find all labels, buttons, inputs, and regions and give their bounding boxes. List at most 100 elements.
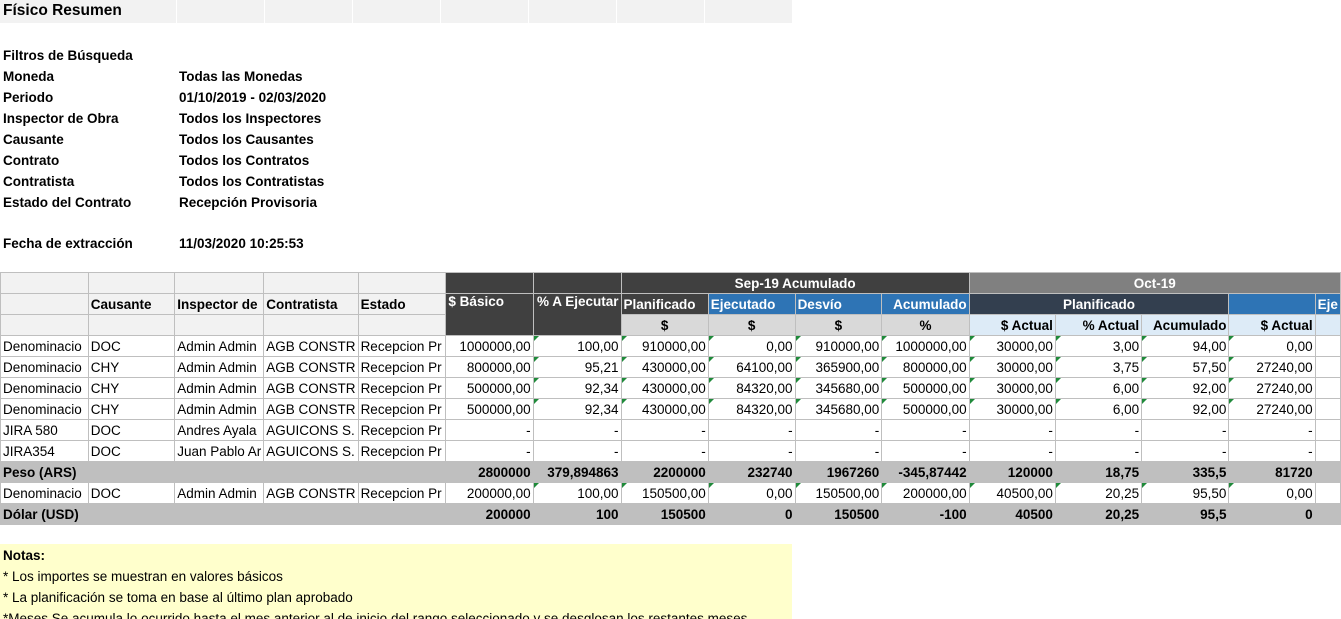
row-value-cell[interactable]: 84320,00: [707, 377, 796, 399]
row-value-cell[interactable]: 92,34: [532, 377, 622, 399]
row-name-cell[interactable]: Denominacio: [0, 398, 89, 420]
header-cell[interactable]: [532, 272, 622, 294]
row-value-cell[interactable]: -: [532, 419, 622, 441]
row-value-cell[interactable]: 200000,00: [881, 482, 970, 504]
row-value-cell[interactable]: -: [620, 440, 709, 462]
row-value-cell[interactable]: 365900,00: [794, 356, 883, 378]
row-value-cell[interactable]: 3,75: [1054, 356, 1143, 378]
row-causante-cell[interactable]: [87, 461, 176, 483]
row-value-cell[interactable]: 0,00: [707, 482, 796, 504]
row-inspector-cell[interactable]: Admin Admin: [174, 377, 265, 399]
row-value-cell[interactable]: 64100,00: [707, 356, 796, 378]
row-value-cell[interactable]: 345680,00: [794, 377, 883, 399]
row-value-cell[interactable]: 150500,00: [620, 482, 709, 504]
row-overflow-cell[interactable]: [1314, 482, 1341, 504]
header-cell[interactable]: [0, 314, 89, 336]
row-value-cell[interactable]: 3,00: [1054, 335, 1143, 357]
header-cell[interactable]: [0, 293, 89, 315]
row-inspector-cell[interactable]: Admin Admin: [174, 398, 265, 420]
row-estado-cell[interactable]: Recepcion Pr: [357, 419, 447, 441]
header-cell[interactable]: [1228, 293, 1316, 315]
row-value-cell[interactable]: -: [881, 440, 970, 462]
row-inspector-cell[interactable]: [174, 503, 265, 525]
group-header-oct19[interactable]: Oct-19: [968, 272, 1341, 294]
row-value-cell[interactable]: 94,00: [1141, 335, 1230, 357]
row-name-cell[interactable]: Denominacio: [0, 335, 89, 357]
subheader-cell[interactable]: % Actual: [1054, 314, 1143, 336]
row-value-cell[interactable]: 20,25: [1054, 503, 1143, 525]
col-header-basico[interactable]: $ Básico: [445, 293, 534, 336]
row-contratista-cell[interactable]: AGB CONSTR: [263, 335, 359, 357]
row-value-cell[interactable]: -: [1054, 419, 1143, 441]
row-value-cell[interactable]: 2200000: [620, 461, 709, 483]
row-value-cell[interactable]: 1000000,00: [445, 335, 534, 357]
row-causante-cell[interactable]: DOC: [87, 419, 176, 441]
row-value-cell[interactable]: -: [1054, 440, 1143, 462]
row-value-cell[interactable]: -: [532, 440, 622, 462]
row-value-cell[interactable]: 0,00: [1228, 482, 1316, 504]
row-contratista-cell[interactable]: [263, 461, 359, 483]
row-value-cell[interactable]: 500000,00: [881, 398, 970, 420]
row-value-cell[interactable]: 200000,00: [445, 482, 534, 504]
row-value-cell[interactable]: -100: [881, 503, 970, 525]
subheader-cell[interactable]: $: [794, 314, 883, 336]
row-causante-cell[interactable]: [87, 503, 176, 525]
col-header-planificado[interactable]: Planificado: [620, 293, 709, 315]
row-value-cell[interactable]: 100,00: [532, 482, 622, 504]
row-name-cell[interactable]: Peso (ARS): [0, 461, 89, 483]
row-name-cell[interactable]: Denominacio: [0, 377, 89, 399]
row-value-cell[interactable]: 800000,00: [881, 356, 970, 378]
row-value-cell[interactable]: 232740: [707, 461, 796, 483]
row-value-cell[interactable]: -: [1228, 419, 1316, 441]
row-contratista-cell[interactable]: AGUICONS S.: [263, 419, 359, 441]
row-value-cell[interactable]: 92,00: [1141, 398, 1230, 420]
row-contratista-cell[interactable]: [263, 503, 359, 525]
row-value-cell[interactable]: 500000,00: [881, 377, 970, 399]
note-line[interactable]: * Los importes se muestran en valores bá…: [3, 566, 283, 587]
col-header-causante[interactable]: Causante: [87, 293, 176, 315]
row-value-cell[interactable]: -: [707, 419, 796, 441]
row-estado-cell[interactable]: [357, 461, 447, 483]
row-contratista-cell[interactable]: AGUICONS S.: [263, 440, 359, 462]
row-overflow-cell[interactable]: [1314, 377, 1341, 399]
row-value-cell[interactable]: 84320,00: [707, 398, 796, 420]
subheader-cell[interactable]: %: [881, 314, 970, 336]
row-value-cell[interactable]: 40500: [968, 503, 1056, 525]
header-cell[interactable]: [357, 314, 447, 336]
header-cell[interactable]: [263, 314, 359, 336]
header-cell[interactable]: [263, 272, 359, 294]
header-cell[interactable]: [174, 272, 265, 294]
row-estado-cell[interactable]: Recepcion Pr: [357, 440, 447, 462]
header-cell[interactable]: [445, 272, 534, 294]
row-value-cell[interactable]: 20,25: [1054, 482, 1143, 504]
row-name-cell[interactable]: Denominacio: [0, 482, 89, 504]
row-value-cell[interactable]: 27240,00: [1228, 377, 1316, 399]
row-contratista-cell[interactable]: AGB CONSTR: [263, 356, 359, 378]
header-cell[interactable]: [357, 272, 447, 294]
row-value-cell[interactable]: 1967260: [794, 461, 883, 483]
header-cell[interactable]: [87, 272, 176, 294]
subheader-cell[interactable]: $: [707, 314, 796, 336]
row-contratista-cell[interactable]: AGB CONSTR: [263, 482, 359, 504]
row-value-cell[interactable]: 430000,00: [620, 398, 709, 420]
col-header-a-ejecutar[interactable]: % A Ejecutar: [532, 293, 622, 336]
subheader-cell[interactable]: $ Actual: [968, 314, 1056, 336]
row-overflow-cell[interactable]: [1314, 503, 1341, 525]
row-value-cell[interactable]: 6,00: [1054, 377, 1143, 399]
row-value-cell[interactable]: 379,894863: [532, 461, 622, 483]
row-value-cell[interactable]: 95,50: [1141, 482, 1230, 504]
row-value-cell[interactable]: 30000,00: [968, 377, 1056, 399]
row-causante-cell[interactable]: DOC: [87, 482, 176, 504]
row-value-cell[interactable]: 30000,00: [968, 335, 1056, 357]
row-value-cell[interactable]: 150500: [794, 503, 883, 525]
row-value-cell[interactable]: 27240,00: [1228, 398, 1316, 420]
row-overflow-cell[interactable]: [1314, 440, 1341, 462]
row-causante-cell[interactable]: CHY: [87, 356, 176, 378]
col-header-ejecutado[interactable]: Ejecutado: [707, 293, 796, 315]
group-header-sep19[interactable]: Sep-19 Acumulado: [620, 272, 970, 294]
row-value-cell[interactable]: -: [445, 440, 534, 462]
row-value-cell[interactable]: 500000,00: [445, 398, 534, 420]
row-overflow-cell[interactable]: [1314, 356, 1341, 378]
row-value-cell[interactable]: 95,5: [1141, 503, 1230, 525]
row-value-cell[interactable]: -: [620, 419, 709, 441]
